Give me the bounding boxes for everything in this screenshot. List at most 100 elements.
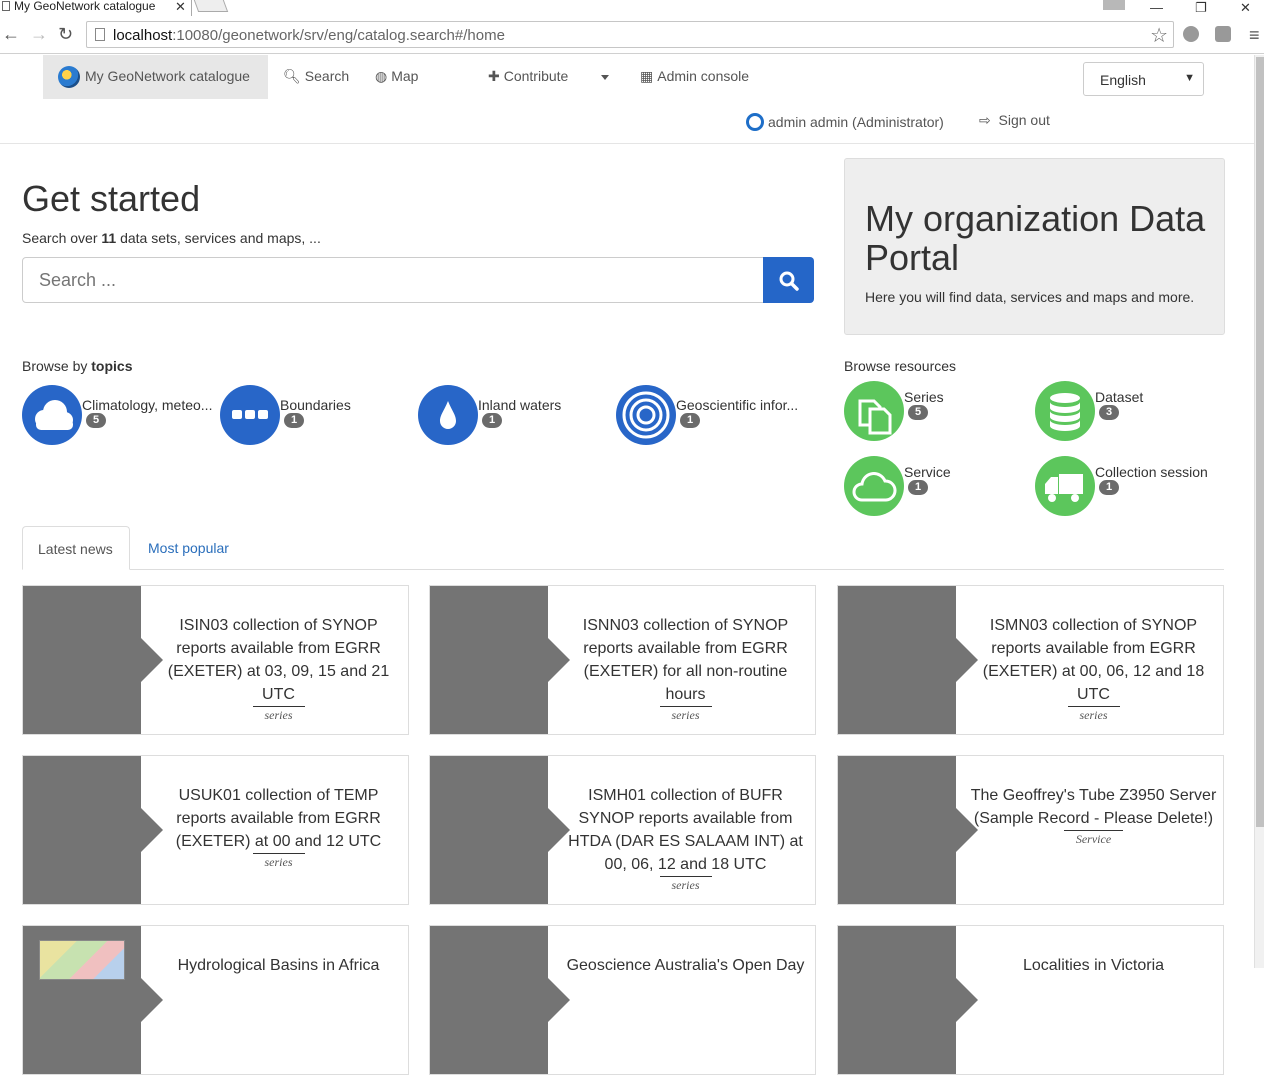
profile-icon[interactable] <box>1103 0 1125 10</box>
nav-admin-label: Admin console <box>657 68 750 84</box>
record-type: series <box>252 853 305 870</box>
record-thumbnail <box>838 926 978 1074</box>
extension-icon[interactable] <box>1215 26 1231 42</box>
reload-icon[interactable]: ↻ <box>58 24 73 45</box>
record-thumbnail <box>23 756 163 904</box>
record-card[interactable]: Geoscience Australia's Open Day <box>429 925 816 1075</box>
tab-most-popular[interactable]: Most popular <box>133 526 244 570</box>
topic-label: Inland waters <box>478 397 562 413</box>
brand-link[interactable]: My GeoNetwork catalogue <box>43 55 268 99</box>
globe-icon: ◍ <box>375 68 388 84</box>
record-card[interactable]: ISMH01 collection of BUFR SYNOP reports … <box>429 755 816 905</box>
site-navbar: My GeoNetwork catalogue 🔍︎ Search ◍ Map ✚ C… <box>0 55 1254 144</box>
url-host: localhost <box>113 27 173 44</box>
page-title: Get started <box>22 178 201 219</box>
tab-latest-news[interactable]: Latest news <box>22 526 130 570</box>
target-icon <box>616 385 676 445</box>
resource-collection-session[interactable]: Collection session 1 <box>1035 456 1225 518</box>
search-icon: 🔍︎ <box>283 68 301 84</box>
record-card[interactable]: Hydrological Basins in Africa <box>22 925 409 1075</box>
nav-contribute[interactable]: ✚ Contribute <box>488 68 568 85</box>
record-title[interactable]: ISNN03 collection of SYNOP reports avail… <box>562 614 809 706</box>
browse-topics-bold: topics <box>91 358 133 374</box>
browse-topics-prefix: Browse by <box>22 358 92 374</box>
count-badge: 1 <box>1099 480 1119 495</box>
browse-topics-heading: Browse by topics <box>22 358 132 374</box>
browser-toolbar: ← → ↻ localhost:10080/geonetwork/srv/eng… <box>0 16 1264 54</box>
topic-inland-waters[interactable]: Inland waters 1 <box>418 385 614 447</box>
record-thumbnail <box>23 586 163 734</box>
count-badge: 3 <box>1099 405 1119 420</box>
chevron-down-icon: ▼ <box>1184 72 1195 84</box>
topic-label: Boundaries <box>280 397 351 413</box>
resource-series[interactable]: Series 5 <box>844 381 1034 443</box>
record-thumbnail <box>838 756 978 904</box>
resource-service[interactable]: Service 1 <box>844 456 1034 518</box>
record-card[interactable]: Localities in Victoria <box>837 925 1224 1075</box>
back-icon[interactable]: ← <box>2 24 20 45</box>
close-window-icon[interactable]: ✕ <box>1240 0 1251 16</box>
browser-menu-icon[interactable]: ≡ <box>1249 25 1260 46</box>
address-bar[interactable]: localhost:10080/geonetwork/srv/eng/catal… <box>86 21 1174 48</box>
record-card[interactable]: ISMN03 collection of SYNOP reports avail… <box>837 585 1224 735</box>
record-title[interactable]: USUK01 collection of TEMP reports availa… <box>155 784 402 853</box>
record-thumbnail <box>430 756 570 904</box>
close-tab-icon[interactable]: ✕ <box>175 0 186 13</box>
record-title[interactable]: Geoscience Australia's Open Day <box>562 954 809 977</box>
record-title[interactable]: Localities in Victoria <box>970 954 1217 977</box>
page-scrollbar[interactable] <box>1254 55 1264 968</box>
resource-label: Dataset <box>1095 389 1144 405</box>
extension-icon[interactable] <box>1183 26 1199 42</box>
topic-boundaries[interactable]: Boundaries 1 <box>220 385 416 447</box>
search-button[interactable] <box>763 257 814 303</box>
record-type: series <box>252 706 305 723</box>
dataset-count: 11 <box>101 230 117 246</box>
browser-tabbar: My GeoNetwork catalogue ✕ — ❐ ✕ <box>0 0 1264 16</box>
sign-out-label: Sign out <box>998 112 1050 128</box>
record-title[interactable]: ISMH01 collection of BUFR SYNOP reports … <box>562 784 809 876</box>
bookmark-star-icon[interactable]: ☆ <box>1150 23 1168 48</box>
search-icon <box>779 271 799 291</box>
new-tab-button[interactable] <box>193 0 229 12</box>
record-card[interactable]: USUK01 collection of TEMP reports availa… <box>22 755 409 905</box>
count-badge: 5 <box>86 413 106 428</box>
topic-label: Climatology, meteo... <box>82 397 213 413</box>
count-badge: 1 <box>680 413 700 428</box>
record-card[interactable]: ISIN03 collection of SYNOP reports avail… <box>22 585 409 735</box>
resource-dataset[interactable]: Dataset 3 <box>1035 381 1225 443</box>
record-type: series <box>1067 706 1120 723</box>
brand-label: My GeoNetwork catalogue <box>85 68 250 84</box>
url-path: :10080/geonetwork/srv/eng/catalog.search… <box>172 27 505 44</box>
portal-title: My organization Data Portal <box>865 198 1206 278</box>
plus-icon: ✚ <box>488 68 500 84</box>
record-title[interactable]: ISIN03 collection of SYNOP reports avail… <box>155 614 402 706</box>
browser-tab-title: My GeoNetwork catalogue <box>14 0 156 13</box>
record-card[interactable]: The Geoffrey's Tube Z3950 Server (Sample… <box>837 755 1224 905</box>
minimize-icon[interactable]: — <box>1150 0 1163 15</box>
user-link[interactable]: admin admin (Administrator) <box>746 113 944 131</box>
nav-search[interactable]: 🔍︎ Search <box>283 68 349 85</box>
record-card[interactable]: ISNN03 collection of SYNOP reports avail… <box>429 585 816 735</box>
topic-geoscientific[interactable]: Geoscientific infor... 1 <box>616 385 812 447</box>
record-type: series <box>659 706 712 723</box>
nav-map[interactable]: ◍ Map <box>375 68 418 85</box>
count-badge: 1 <box>908 480 928 495</box>
browser-tab[interactable]: My GeoNetwork catalogue ✕ <box>0 0 192 16</box>
record-title[interactable]: ISMN03 collection of SYNOP reports avail… <box>970 614 1217 706</box>
page-icon <box>2 1 10 11</box>
topic-climatology[interactable]: Climatology, meteo... 5 <box>22 385 218 447</box>
record-title[interactable]: The Geoffrey's Tube Z3950 Server (Sample… <box>970 784 1217 830</box>
contribute-dropdown-icon[interactable] <box>601 75 609 80</box>
search-input[interactable] <box>22 257 764 303</box>
record-title[interactable]: Hydrological Basins in Africa <box>155 954 402 977</box>
nav-admin-console[interactable]: ▦ Admin console <box>640 68 749 85</box>
scrollbar-thumb[interactable] <box>1256 57 1264 827</box>
language-select[interactable]: English ▼ <box>1083 62 1204 96</box>
sign-out-link[interactable]: ⇨ Sign out <box>979 112 1050 129</box>
forward-icon[interactable]: → <box>30 24 48 45</box>
restore-icon[interactable]: ❐ <box>1195 0 1207 16</box>
user-name: admin admin (Administrator) <box>768 114 944 130</box>
power-icon <box>746 113 764 131</box>
url-text: localhost:10080/geonetwork/srv/eng/catal… <box>113 27 505 44</box>
search-summary: Search over 11 data sets, services and m… <box>22 230 321 246</box>
